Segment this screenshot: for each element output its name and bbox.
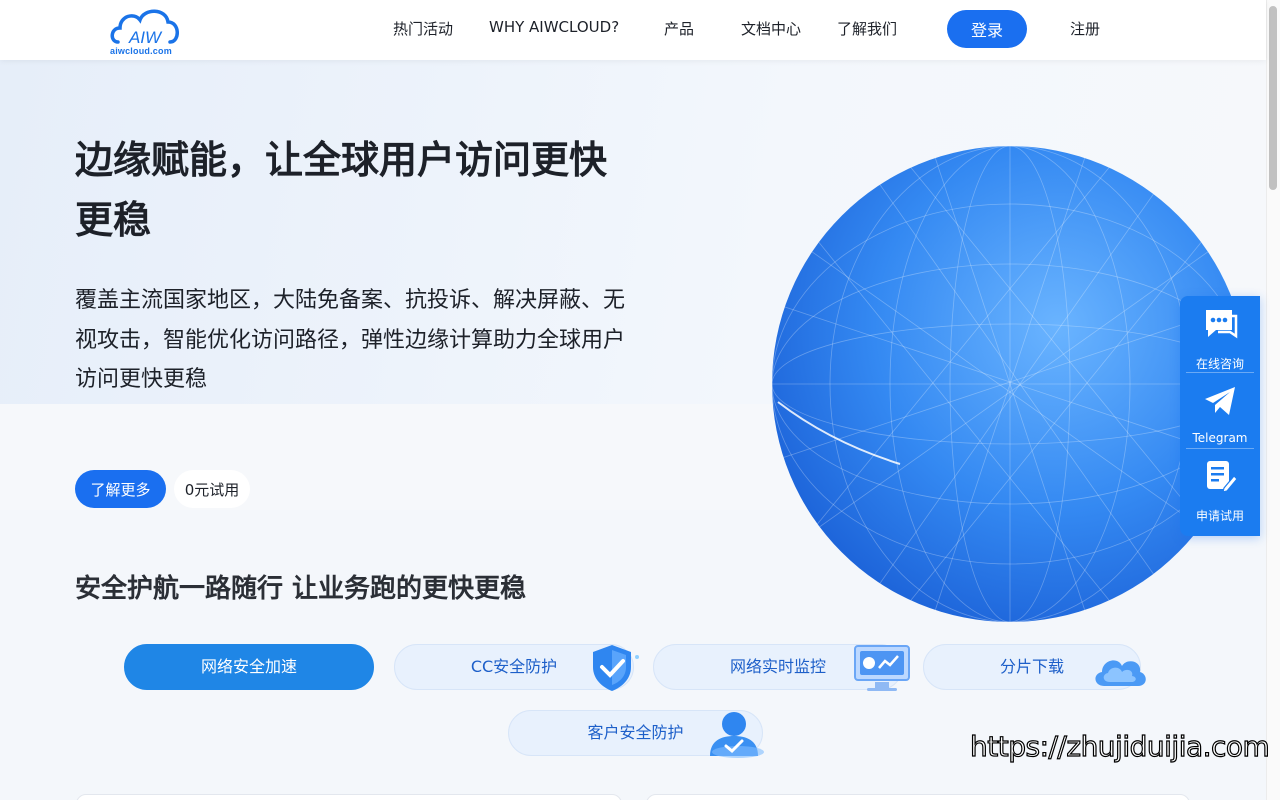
next-card-left	[76, 794, 622, 800]
free-trial-button[interactable]: 0元试用	[174, 470, 250, 508]
section-title: 安全护航一路随行 让业务跑的更快更稳	[75, 574, 527, 604]
hero-title: 边缘赋能，让全球用户访问更快更稳	[75, 138, 608, 242]
scrollbar-thumb[interactable]	[1269, 6, 1277, 190]
globe-illustration	[772, 146, 1248, 622]
feature-label: CC安全防护	[470, 657, 558, 676]
user-shield-icon	[710, 712, 764, 758]
divider	[1186, 448, 1254, 449]
float-label: 在线咨询	[1195, 357, 1244, 371]
nav-item-products[interactable]: 产品	[664, 18, 694, 39]
cloud-icon	[1095, 660, 1146, 686]
svg-text:AIW: AIW	[128, 28, 163, 47]
float-item-apply-trial[interactable]: 申请试用	[1180, 450, 1260, 528]
chat-icon	[1206, 310, 1238, 339]
nav-item-why-aiwcloud[interactable]: WHY AIWCLOUD?	[489, 18, 619, 36]
monitor-chart-icon	[854, 645, 910, 691]
nav-item-hot-events[interactable]: 热门活动	[393, 18, 453, 39]
site-header: AIW aiwcloud.com 热门活动 WHY AIWCLOUD? 产品 文…	[0, 0, 1266, 60]
telegram-icon	[1205, 387, 1235, 415]
divider	[1186, 372, 1254, 373]
next-card-right	[646, 794, 1190, 800]
hero-description: 覆盖主流国家地区，大陆免备案、抗投诉、解决屏蔽、无视攻击，智能优化访问路径，弹性…	[75, 288, 626, 392]
nav-item-about[interactable]: 了解我们	[837, 18, 897, 39]
float-item-telegram[interactable]: Telegram	[1180, 374, 1260, 452]
floating-contact-panel: 在线咨询 Telegram 申请试用	[1180, 296, 1260, 536]
nav-item-docs[interactable]: 文档中心	[741, 18, 801, 39]
feature-label: 网络实时监控	[729, 657, 826, 676]
login-button[interactable]: 登录	[947, 10, 1027, 48]
learn-more-button[interactable]: 了解更多	[75, 470, 166, 508]
feature-label: 分片下载	[999, 657, 1064, 676]
register-link[interactable]: 注册	[1070, 18, 1100, 39]
float-item-online-consult[interactable]: 在线咨询	[1180, 298, 1260, 376]
float-label: 申请试用	[1195, 509, 1244, 523]
feature-tab-network-acceleration[interactable]: 网络安全加速	[124, 644, 374, 690]
logo-text: aiwcloud.com	[110, 46, 172, 56]
watermark-text: https://zhujiduijia.com	[969, 729, 1270, 763]
shield-check-icon	[593, 645, 639, 691]
float-label: Telegram	[1192, 431, 1248, 445]
feature-label: 客户安全防护	[587, 723, 684, 742]
form-edit-icon	[1207, 461, 1238, 493]
